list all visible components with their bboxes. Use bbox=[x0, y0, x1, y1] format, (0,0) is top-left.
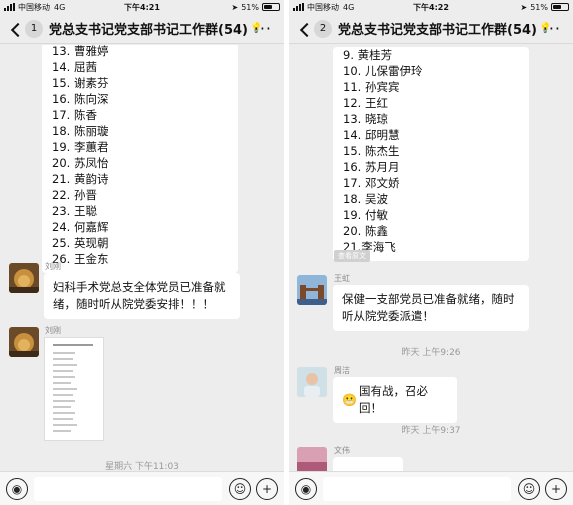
plus-icon[interactable]: + bbox=[256, 478, 278, 500]
avatar[interactable] bbox=[9, 327, 39, 357]
location-icon: ➤ bbox=[520, 2, 528, 12]
message-bubble[interactable] bbox=[333, 457, 403, 471]
chat-title: 党总支书记党支部书记工作群(54) bbox=[49, 23, 248, 38]
list-item: 20. 苏凤怡 bbox=[52, 156, 109, 170]
unread-count-badge[interactable]: 2 bbox=[314, 19, 332, 38]
timestamp: 昨天 上午9:26 bbox=[401, 348, 461, 358]
list-item: 17. 陈香 bbox=[52, 108, 97, 122]
list-item: 26. 王金东 bbox=[52, 252, 109, 266]
list-item: 16. 苏月月 bbox=[343, 160, 400, 174]
list-item: 21. 黄韵诗 bbox=[52, 172, 109, 186]
list-item: 19. 付敏 bbox=[343, 208, 388, 222]
status-bar: 中国移动 4G 下午4:21 ➤ 51% bbox=[0, 0, 284, 14]
list-item: 17. 邓文娇 bbox=[343, 176, 400, 190]
network-label: 4G bbox=[54, 2, 66, 12]
list-item: 15. 陈杰生 bbox=[343, 144, 400, 158]
message-bubble[interactable]: 😬 国有战，召必回！ bbox=[333, 377, 457, 423]
list-item: 10. 儿保雷伊玲 bbox=[343, 64, 423, 78]
list-item: 15. 谢素芬 bbox=[52, 76, 109, 90]
carrier-label: 中国移动 bbox=[18, 2, 50, 12]
message-text: 国有战，召必回！ bbox=[358, 384, 428, 415]
chat-header: 2 党总支书记党支部书记工作群(54) 💡 ··· bbox=[289, 14, 573, 44]
grin-emoji-icon: 😬 bbox=[342, 392, 357, 407]
view-original-chip[interactable]: 查看原文 bbox=[334, 250, 370, 262]
sender-name: 刘刚 bbox=[45, 326, 61, 335]
list-item: 14. 屈茜 bbox=[52, 60, 97, 74]
sender-name: 王虹 bbox=[334, 274, 350, 283]
timestamp: 星期六 下午11:03 bbox=[105, 462, 179, 471]
emoji-icon[interactable]: ☺ bbox=[518, 478, 540, 500]
list-item: 24. 何嘉辉 bbox=[52, 220, 109, 234]
back-chevron-icon[interactable] bbox=[9, 22, 23, 36]
message-list[interactable]: 9. 黄桂芳 10. 儿保雷伊玲 11. 孙宾宾 12. 王红 13. 晓琼 1… bbox=[289, 45, 573, 471]
list-item: 22. 孙晋 bbox=[52, 188, 97, 202]
image-message[interactable] bbox=[44, 337, 104, 441]
battery-icon bbox=[262, 3, 280, 11]
list-item: 16. 陈向深 bbox=[52, 92, 109, 106]
right-chat-screen: 中国移动 4G 下午4:22 ➤ 51% 2 党总支书记党支部书记工作群(54)… bbox=[289, 0, 573, 505]
message-bubble[interactable]: 妇科手术党总支全体党员已准备就绪，随时听从院党委安排！！！ bbox=[44, 273, 240, 319]
list-item: 13. 晓琼 bbox=[343, 112, 388, 126]
avatar[interactable] bbox=[297, 367, 327, 397]
list-item: 25. 英现朝 bbox=[52, 236, 109, 250]
battery-percent: 51% bbox=[241, 2, 259, 12]
message-input[interactable] bbox=[323, 477, 511, 501]
input-bar: ◉ ☺ + bbox=[289, 471, 573, 505]
avatar[interactable] bbox=[9, 263, 39, 293]
network-label: 4G bbox=[343, 2, 355, 12]
sender-name: 文伟 bbox=[334, 446, 350, 455]
member-list-bubble[interactable]: 9. 黄桂芳 10. 儿保雷伊玲 11. 孙宾宾 12. 王红 13. 晓琼 1… bbox=[333, 47, 529, 261]
battery-icon bbox=[551, 3, 569, 11]
voice-icon[interactable]: ◉ bbox=[295, 478, 317, 500]
signal-icon bbox=[4, 3, 15, 11]
sender-name: 刘刚 bbox=[45, 262, 61, 271]
chat-title: 党总支书记党支部书记工作群(54) bbox=[338, 23, 537, 38]
list-item: 14. 邱明慧 bbox=[343, 128, 400, 142]
carrier-label: 中国移动 bbox=[307, 2, 339, 12]
emoji-icon[interactable]: ☺ bbox=[229, 478, 251, 500]
more-icon[interactable]: ··· bbox=[254, 20, 272, 37]
list-item: 13. 曹雅婷 bbox=[52, 45, 109, 58]
more-icon[interactable]: ··· bbox=[543, 20, 561, 37]
list-item: 11. 孙宾宾 bbox=[343, 80, 400, 94]
list-item: 23. 王聪 bbox=[52, 204, 97, 218]
list-item: 18. 吴波 bbox=[343, 192, 388, 206]
avatar[interactable] bbox=[297, 275, 327, 305]
location-icon: ➤ bbox=[231, 2, 239, 12]
signal-icon bbox=[293, 3, 304, 11]
status-bar: 中国移动 4G 下午4:22 ➤ 51% bbox=[289, 0, 573, 14]
unread-count-badge[interactable]: 1 bbox=[25, 19, 43, 38]
message-list[interactable]: 13. 曹雅婷 14. 屈茜 15. 谢素芬 16. 陈向深 17. 陈香 18… bbox=[0, 45, 284, 471]
timestamp: 昨天 上午9:37 bbox=[401, 426, 461, 436]
battery-percent: 51% bbox=[530, 2, 548, 12]
sender-name: 周洁 bbox=[334, 366, 350, 375]
list-item: 20. 陈鑫 bbox=[343, 224, 388, 238]
chat-header: 1 党总支书记党支部书记工作群(54) 💡 ··· bbox=[0, 14, 284, 44]
left-chat-screen: 中国移动 4G 下午4:21 ➤ 51% 1 党总支书记党支部书记工作群(54)… bbox=[0, 0, 284, 505]
plus-icon[interactable]: + bbox=[545, 478, 567, 500]
clock: 下午4:21 bbox=[124, 2, 160, 12]
avatar[interactable] bbox=[297, 447, 327, 471]
list-item: 19. 李蕙君 bbox=[52, 140, 109, 154]
input-bar: ◉ ☺ + bbox=[0, 471, 284, 505]
member-list-bubble[interactable]: 13. 曹雅婷 14. 屈茜 15. 谢素芬 16. 陈向深 17. 陈香 18… bbox=[42, 45, 238, 273]
voice-icon[interactable]: ◉ bbox=[6, 478, 28, 500]
clock: 下午4:22 bbox=[413, 2, 449, 12]
list-item: 18. 陈丽璇 bbox=[52, 124, 109, 138]
back-chevron-icon[interactable] bbox=[298, 22, 312, 36]
message-input[interactable] bbox=[34, 477, 222, 501]
message-bubble[interactable]: 保健一支部党员已准备就绪，随时听从院党委派遣！ bbox=[333, 285, 529, 331]
list-item: 9. 黄桂芳 bbox=[343, 48, 393, 62]
list-item: 12. 王红 bbox=[343, 96, 388, 110]
